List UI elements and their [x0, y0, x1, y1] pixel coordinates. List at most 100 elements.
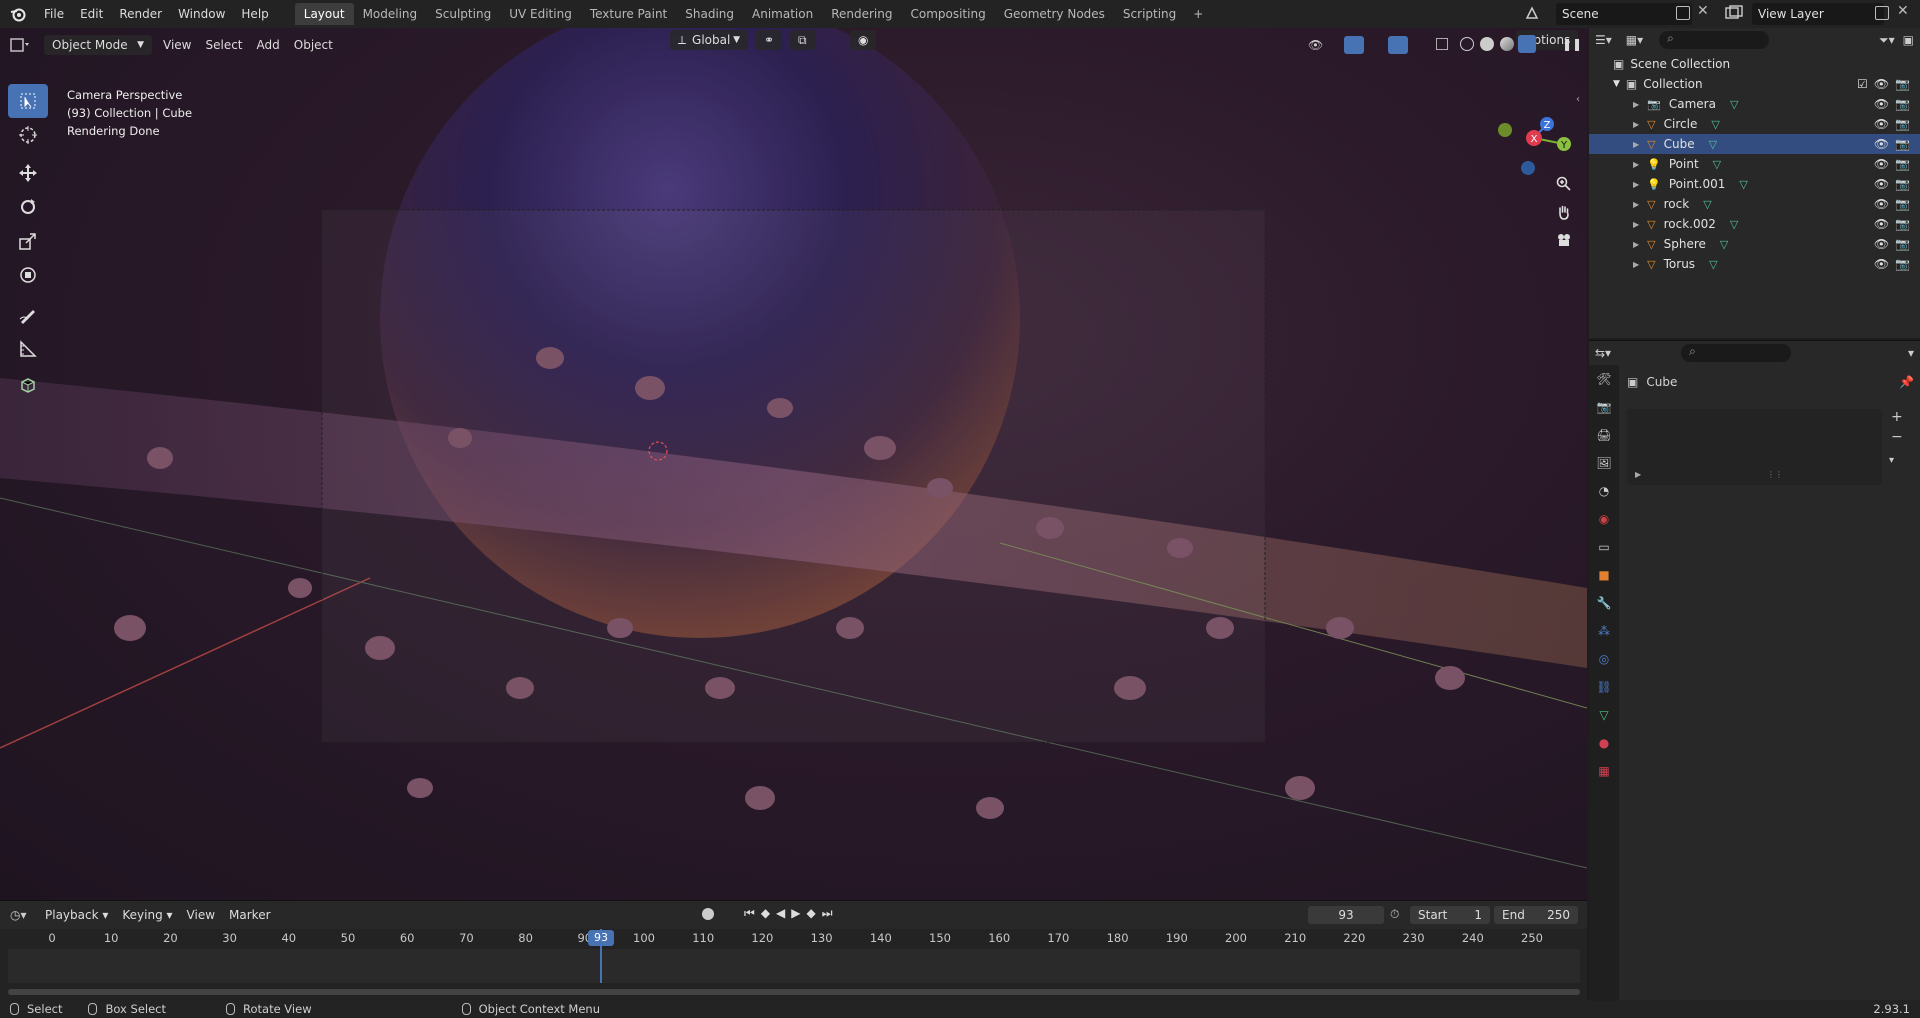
camera-icon[interactable]: 📷	[1895, 257, 1910, 271]
outliner-item-circle[interactable]: ▶ ▽ Circle ▽ 👁 📷	[1589, 114, 1920, 134]
slot-specials-button[interactable]: ▾	[1889, 455, 1894, 466]
expand-arrow-icon[interactable]: ▶	[1633, 260, 1639, 269]
new-collection-icon[interactable]: ▣	[1903, 33, 1914, 47]
eye-icon[interactable]: 👁	[1874, 157, 1889, 171]
modifier-tab-icon[interactable]: 🔧	[1589, 589, 1619, 617]
eye-icon[interactable]: 👁	[1874, 77, 1889, 91]
camera-icon[interactable]: 📷	[1895, 137, 1910, 151]
playhead-frame-badge[interactable]: 93	[588, 930, 614, 946]
delete-scene-icon[interactable]: ✕	[1697, 3, 1709, 19]
outliner-item-camera[interactable]: ▶ 📷 Camera ▽ 👁 📷	[1589, 94, 1920, 114]
expand-arrow-icon[interactable]: ▶	[1635, 470, 1641, 479]
constraints-tab-icon[interactable]: ⛓	[1589, 673, 1619, 701]
shading-rendered-icon[interactable]	[1518, 35, 1536, 53]
menu-file[interactable]: File	[36, 3, 72, 25]
view-layer-tab-icon[interactable]: 🖼	[1589, 449, 1619, 477]
timeline-view-menu[interactable]: View	[180, 905, 222, 925]
view-layer-type-icon[interactable]	[1725, 5, 1743, 24]
collection-row[interactable]: ▼ ▣ Collection ☑ 👁 📷	[1589, 74, 1920, 94]
expand-arrow-icon[interactable]: ▶	[1633, 240, 1639, 249]
physics-tab-icon[interactable]: ◎	[1589, 645, 1619, 673]
eye-icon[interactable]: 👁	[1874, 257, 1889, 271]
outliner-item-cube[interactable]: ▶ ▽ Cube ▽ 👁 📷	[1589, 134, 1920, 154]
add-slot-button[interactable]: +	[1891, 409, 1903, 425]
navigation-gizmo[interactable]: Z Y X	[1490, 88, 1580, 178]
new-view-layer-icon[interactable]	[1875, 6, 1889, 20]
play-reverse-icon[interactable]: ◀	[776, 906, 785, 921]
delete-view-layer-icon[interactable]: ✕	[1897, 3, 1909, 19]
cursor-tool-icon[interactable]	[8, 118, 48, 152]
expand-arrow-icon[interactable]: ▶	[1633, 180, 1639, 189]
pause-render-icon[interactable]: ❚❚	[1562, 37, 1582, 51]
camera-icon[interactable]: 📷	[1895, 237, 1910, 251]
eye-icon[interactable]: 👁	[1874, 117, 1889, 131]
checkbox-icon[interactable]: ☑	[1857, 77, 1868, 91]
scene-type-icon[interactable]	[1524, 5, 1540, 24]
visibility-dropdown-icon[interactable]: 👁	[1308, 38, 1323, 52]
pin-icon[interactable]: 📌	[1899, 375, 1914, 389]
jump-end-icon[interactable]: ⏭	[822, 906, 833, 921]
data-tab-icon[interactable]: ▽	[1589, 701, 1619, 729]
tool-tab-icon[interactable]: 🛠	[1589, 365, 1619, 393]
measure-tool-icon[interactable]	[8, 332, 48, 366]
jump-keyframe-back-icon[interactable]: ◆	[761, 906, 770, 921]
select-box-tool-icon[interactable]	[8, 84, 48, 118]
camera-view-icon[interactable]	[1552, 228, 1576, 252]
marker-menu[interactable]: Marker	[222, 905, 277, 925]
3d-viewport[interactable]: Object Mode ▼ View Select Add Object ⟂ G…	[0, 28, 1587, 900]
shading-solid-icon[interactable]	[1480, 37, 1494, 51]
remove-slot-button[interactable]: −	[1891, 429, 1903, 445]
menu-window[interactable]: Window	[170, 3, 233, 25]
timeline-ruler[interactable]: 0 10 20 30 40 50 60 70 80 90 100 110 120 130 140 150 160…	[0, 929, 1587, 947]
texture-tab-icon[interactable]: ▦	[1589, 757, 1619, 785]
collapse-arrow-icon[interactable]: ▼	[1613, 79, 1620, 89]
tab-animation[interactable]: Animation	[743, 3, 822, 25]
tab-compositing[interactable]: Compositing	[901, 3, 994, 25]
timeline-scrollbar[interactable]	[8, 989, 1580, 995]
camera-icon[interactable]: 📷	[1895, 97, 1910, 111]
particles-tab-icon[interactable]: ⁂	[1589, 617, 1619, 645]
shading-material-icon[interactable]	[1500, 37, 1514, 51]
expand-arrow-icon[interactable]: ▶	[1633, 200, 1639, 209]
auto-keying-icon[interactable]	[702, 908, 714, 920]
blender-logo-icon[interactable]	[8, 4, 28, 24]
camera-icon[interactable]: 📷	[1895, 217, 1910, 231]
outliner-item-rock-002[interactable]: ▶ ▽ rock.002 ▽ 👁 📷	[1589, 214, 1920, 234]
expand-arrow-icon[interactable]: ▶	[1633, 100, 1639, 109]
resize-handle-icon[interactable]: ⋮⋮	[1767, 470, 1783, 479]
properties-options-icon[interactable]: ▾	[1908, 346, 1914, 360]
menu-edit[interactable]: Edit	[72, 3, 111, 25]
tab-modeling[interactable]: Modeling	[354, 3, 427, 25]
menu-select[interactable]: Select	[198, 35, 249, 55]
sidebar-toggle-icon[interactable]: ‹	[1576, 94, 1580, 105]
preview-range-icon[interactable]: ⏱	[1390, 907, 1399, 922]
outliner-item-point-001[interactable]: ▶ 💡 Point.001 ▽ 👁 📷	[1589, 174, 1920, 194]
zoom-icon[interactable]	[1552, 172, 1576, 196]
view-layer-field[interactable]: View Layer	[1752, 3, 1884, 25]
camera-icon[interactable]: 📷	[1895, 157, 1910, 171]
rotate-tool-icon[interactable]	[8, 190, 48, 224]
scale-tool-icon[interactable]	[8, 224, 48, 258]
transform-tool-icon[interactable]	[8, 258, 48, 292]
expand-arrow-icon[interactable]: ▶	[1633, 140, 1639, 149]
scene-collection-row[interactable]: ▣ Scene Collection	[1589, 54, 1920, 74]
jump-keyframe-forward-icon[interactable]: ◆	[807, 906, 816, 921]
interaction-mode-select[interactable]: Object Mode ▼	[44, 35, 152, 55]
eye-icon[interactable]: 👁	[1874, 217, 1889, 231]
display-mode-icon[interactable]: ▦▾	[1626, 33, 1643, 47]
timeline-editor-type-icon[interactable]: ◷▾	[10, 908, 38, 922]
eye-icon[interactable]: 👁	[1874, 197, 1889, 211]
eye-icon[interactable]: 👁	[1874, 97, 1889, 111]
keying-menu[interactable]: Keying ▾	[115, 905, 179, 925]
menu-add[interactable]: Add	[250, 35, 287, 55]
xray-toggle-icon[interactable]	[1436, 38, 1448, 50]
pivot-point-icon[interactable]: ⚭	[756, 30, 783, 50]
snap-icon[interactable]: ⧉	[790, 30, 815, 50]
camera-icon[interactable]: 📷	[1895, 117, 1910, 131]
overlay-toggle-icon[interactable]	[1388, 36, 1408, 54]
tab-rendering[interactable]: Rendering	[822, 3, 901, 25]
transform-orientation-select[interactable]: ⟂ Global ▼	[670, 30, 748, 50]
properties-editor-type-icon[interactable]: ⇆▾	[1595, 346, 1611, 360]
expand-arrow-icon[interactable]: ▶	[1633, 120, 1639, 129]
outliner-editor-type-icon[interactable]: ☰▾	[1595, 33, 1612, 47]
